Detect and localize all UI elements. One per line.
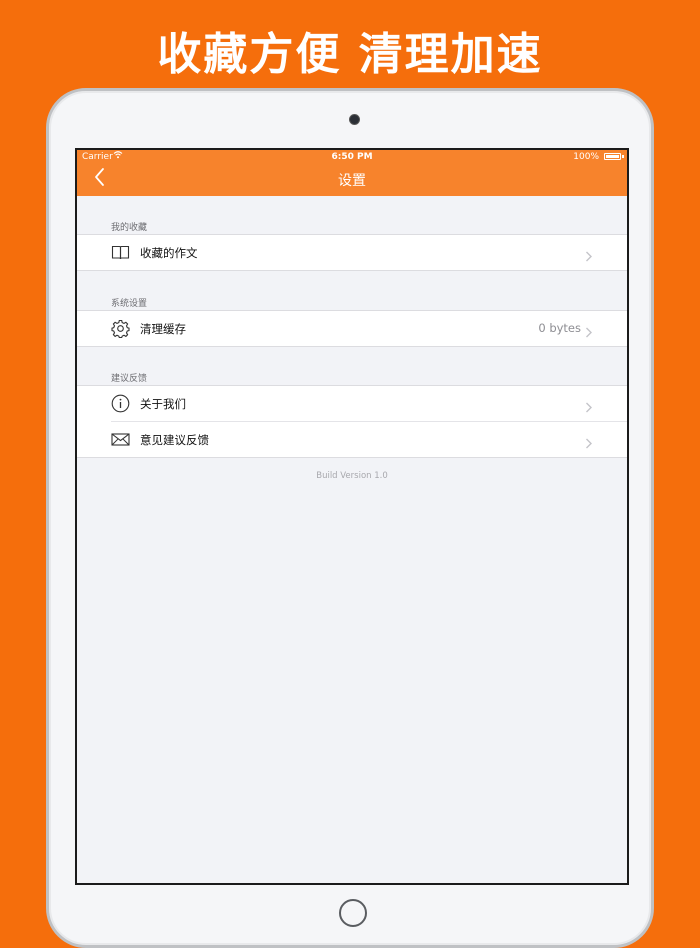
- navigation-bar: Carrier 6:50 PM 100% 设置: [77, 150, 627, 196]
- chevron-right-icon: [585, 398, 593, 413]
- promo-headline: 收藏方便 清理加速: [157, 29, 543, 80]
- row-label: 意见建议反馈: [140, 433, 209, 447]
- status-bar: Carrier 6:50 PM 100%: [77, 150, 627, 164]
- mail-icon: [111, 430, 130, 449]
- section-header-favorites: 我的收藏: [111, 223, 148, 233]
- page-title: 设置: [338, 173, 366, 189]
- row-label: 关于我们: [140, 397, 186, 411]
- battery-percent: 100%: [573, 152, 599, 162]
- row-feedback[interactable]: 意见建议反馈: [111, 421, 627, 457]
- group-feedback: 关于我们 意见建议反馈: [77, 385, 627, 458]
- chevron-right-icon: [585, 247, 593, 262]
- info-icon: [111, 394, 130, 413]
- camera-icon: [349, 114, 360, 125]
- ipad-device-frame: Carrier 6:50 PM 100% 设置 我的收藏 收藏的作文 系统设置 …: [46, 88, 654, 948]
- gear-icon: [111, 319, 130, 339]
- book-icon: [111, 243, 130, 262]
- cache-size-value: 0 bytes: [538, 321, 581, 335]
- app-screen: Carrier 6:50 PM 100% 设置 我的收藏 收藏的作文 系统设置 …: [75, 148, 629, 885]
- row-label: 收藏的作文: [140, 246, 198, 260]
- group-system: 清理缓存 0 bytes: [77, 310, 627, 347]
- section-header-feedback: 建议反馈: [111, 374, 148, 384]
- clock-label: 6:50 PM: [331, 152, 373, 162]
- chevron-right-icon: [585, 323, 593, 338]
- section-header-system: 系统设置: [111, 299, 148, 309]
- row-favorite-essays[interactable]: 收藏的作文: [77, 235, 627, 270]
- group-favorites: 收藏的作文: [77, 234, 627, 271]
- chevron-right-icon: [585, 434, 593, 449]
- row-about-us[interactable]: 关于我们: [77, 386, 627, 421]
- home-button[interactable]: [339, 899, 367, 927]
- battery-icon: [604, 153, 621, 160]
- row-clear-cache[interactable]: 清理缓存 0 bytes: [77, 311, 627, 346]
- build-version-label: Build Version 1.0: [316, 471, 388, 481]
- row-label: 清理缓存: [140, 322, 186, 336]
- battery-tip: [622, 155, 624, 158]
